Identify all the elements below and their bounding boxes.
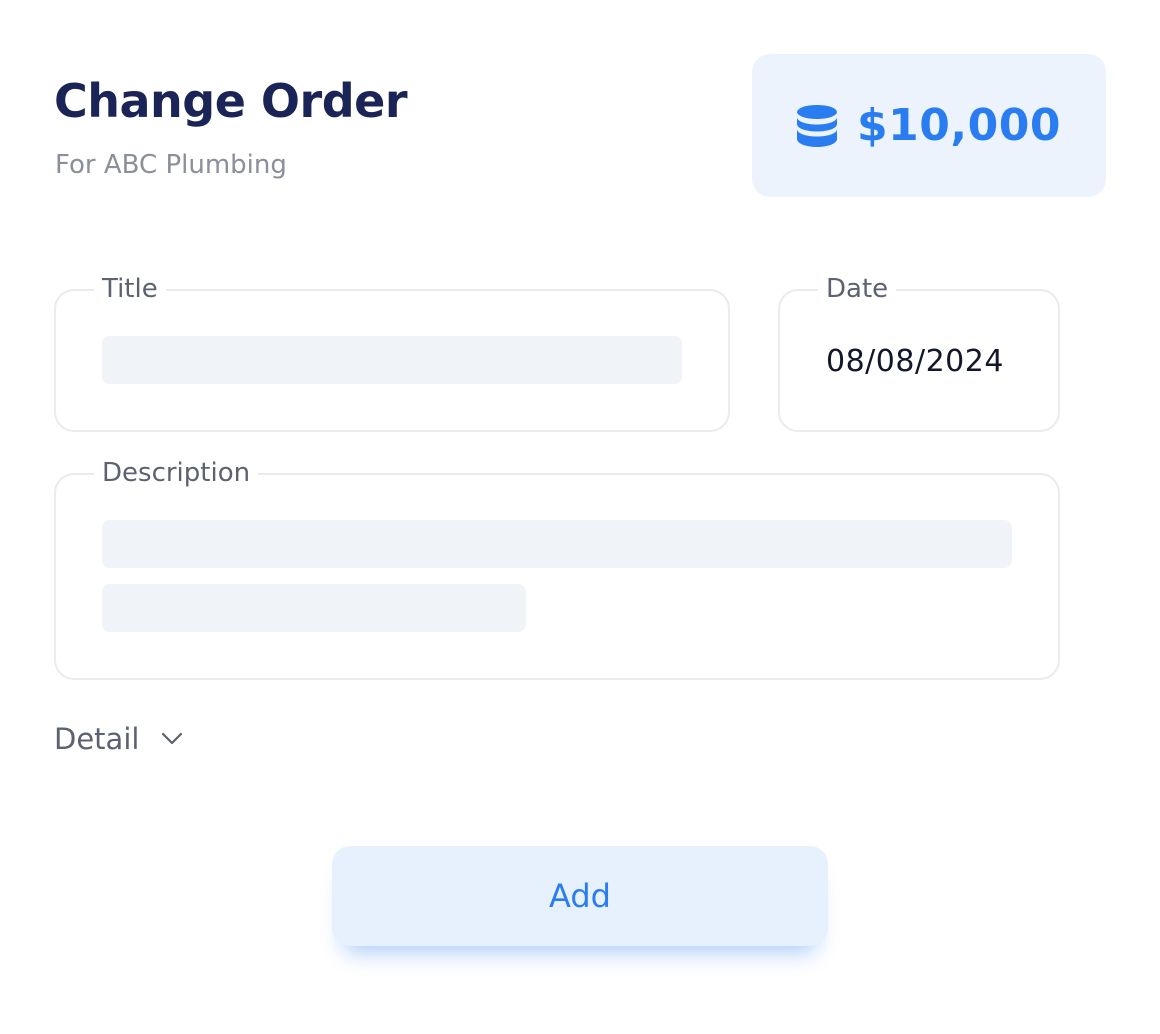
change-order-form: Change Order For ABC Plumbing $10,000 Ti… <box>0 0 1160 1034</box>
detail-toggle[interactable]: Detail <box>54 722 183 756</box>
page-title: Change Order <box>54 74 408 128</box>
title-field-label: Title <box>94 273 166 305</box>
date-field-label: Date <box>818 273 897 305</box>
description-field-label: Description <box>94 457 259 489</box>
amount-value: $10,000 <box>857 100 1061 151</box>
title-field[interactable]: Title <box>54 273 730 432</box>
description-field[interactable]: Description <box>54 457 1060 680</box>
detail-label: Detail <box>54 722 140 756</box>
date-input[interactable]: 08/08/2024 <box>826 344 1004 379</box>
add-button[interactable]: Add <box>332 846 828 946</box>
chevron-down-icon[interactable] <box>161 732 183 746</box>
amount-card: $10,000 <box>752 54 1106 197</box>
description-input-line[interactable] <box>102 584 526 632</box>
page-subtitle: For ABC Plumbing <box>55 150 287 180</box>
title-input[interactable] <box>102 336 682 384</box>
coins-stack-icon <box>797 104 838 147</box>
description-input-line[interactable] <box>102 520 1012 568</box>
date-field[interactable]: Date 08/08/2024 <box>778 273 1060 432</box>
